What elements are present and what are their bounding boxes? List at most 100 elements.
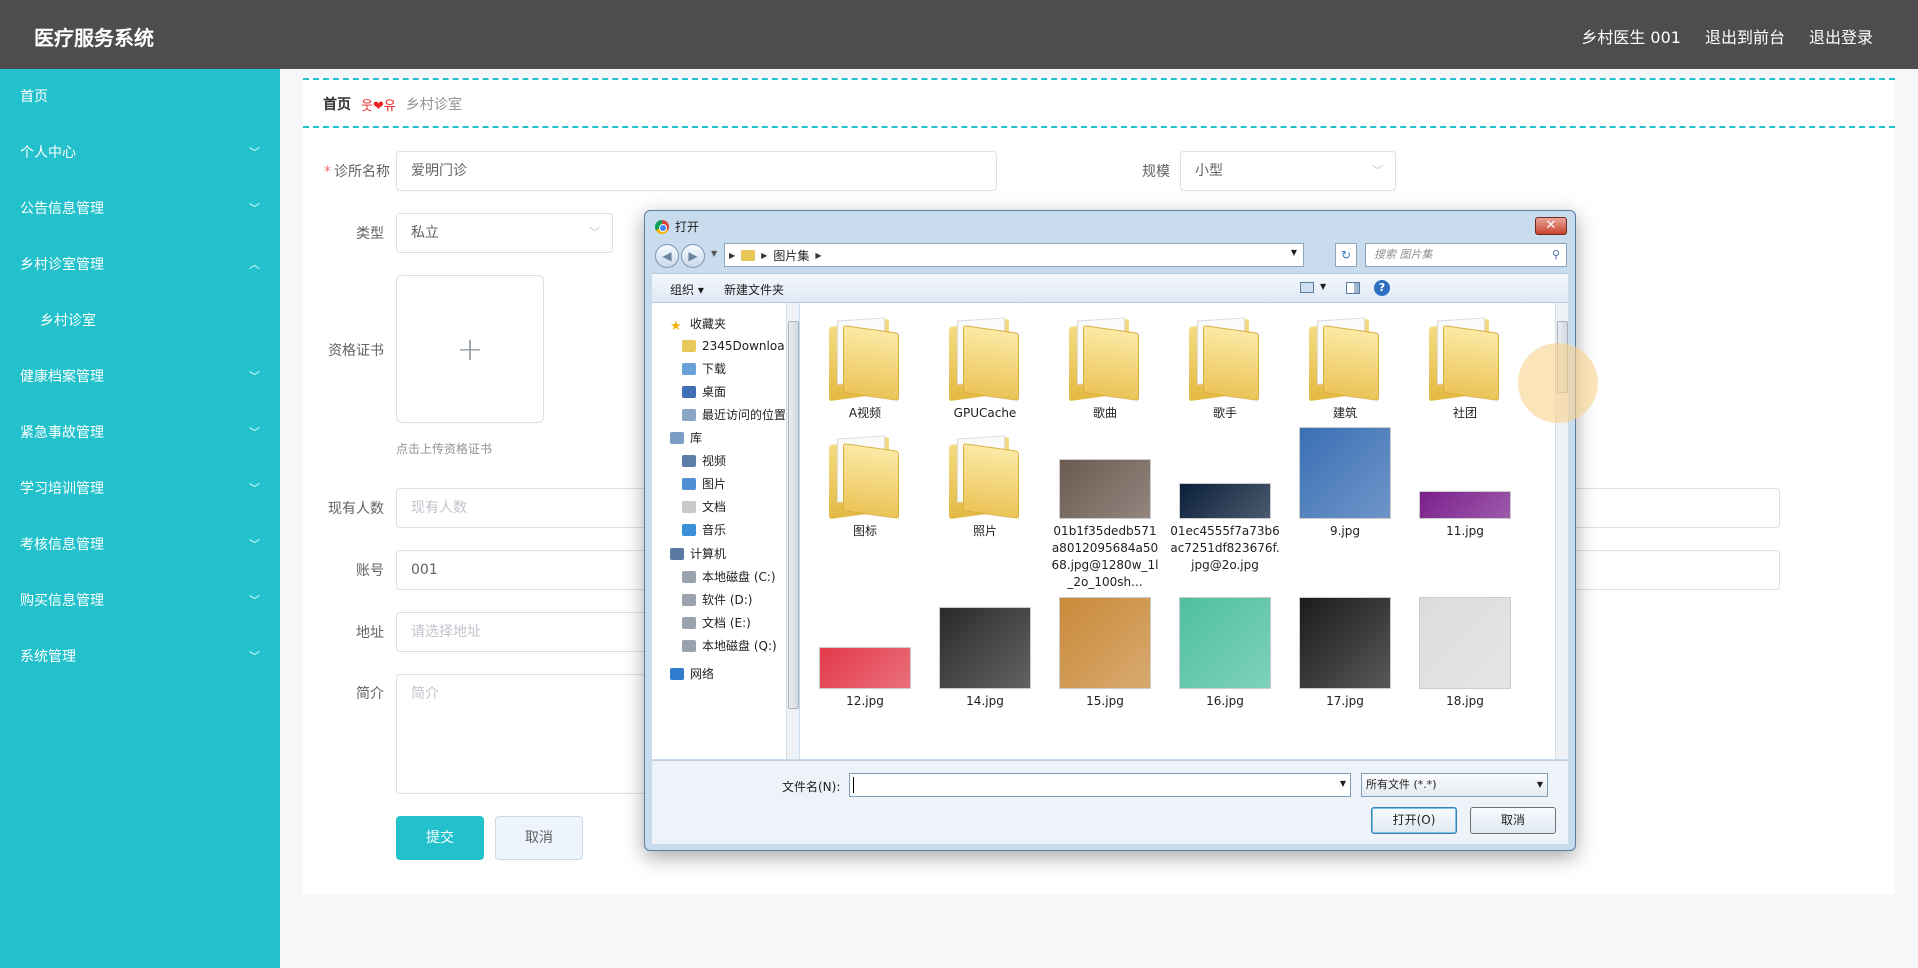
- image-file-item[interactable]: 9.jpg: [1290, 427, 1400, 540]
- image-file-item[interactable]: 18.jpg: [1410, 597, 1520, 710]
- intro-textarea[interactable]: 简介: [396, 674, 646, 794]
- view-icon[interactable]: [1300, 282, 1314, 293]
- folder-icon: [1069, 317, 1141, 402]
- nav-drive-item[interactable]: 文档 (E:): [682, 612, 785, 634]
- organize-menu[interactable]: 组织 ▾: [670, 281, 704, 298]
- image-file-item[interactable]: 16.jpg: [1170, 597, 1280, 710]
- file-open-dialog: 打开 ✕ ◀ ▶ ▼ ▶ ▶ 图片集 ▶ ▼ ↻ 搜索 图片集 ⚲ 组织 ▾ 新建…: [644, 210, 1576, 851]
- nav-library-item[interactable]: 文档: [682, 496, 785, 518]
- dialog-close-button[interactable]: ✕: [1535, 217, 1567, 235]
- nav-library-item[interactable]: 音乐: [682, 519, 785, 541]
- folder-icon: [682, 594, 696, 606]
- history-dropdown-icon[interactable]: ▼: [711, 249, 717, 258]
- refresh-icon[interactable]: ↻: [1335, 243, 1357, 267]
- image-thumbnail: [1179, 597, 1271, 689]
- nav-label: 文档: [702, 500, 727, 514]
- type-select[interactable]: 私立 ﹀: [396, 213, 613, 253]
- network-node[interactable]: 网络: [670, 663, 785, 685]
- nav-drive-item[interactable]: 软件 (D:): [682, 589, 785, 611]
- sidebar-item[interactable]: 公告信息管理 ﹀: [0, 181, 280, 237]
- nav-library-item[interactable]: 视频: [682, 450, 785, 472]
- sidebar-item[interactable]: 首页: [0, 69, 280, 125]
- sidebar-item[interactable]: 健康档案管理 ﹀: [0, 349, 280, 405]
- nav-library-item[interactable]: 图片: [682, 473, 785, 495]
- image-file-item[interactable]: 17.jpg: [1290, 597, 1400, 710]
- folder-icon: [670, 668, 684, 680]
- folder-item[interactable]: 歌曲: [1050, 309, 1160, 422]
- cancel-button[interactable]: 取消: [495, 816, 583, 860]
- file-name: 15.jpg: [1086, 694, 1124, 708]
- folder-icon: [682, 501, 696, 513]
- cursor-highlight: [1518, 343, 1598, 423]
- sidebar-item[interactable]: 个人中心 ﹀: [0, 125, 280, 181]
- libraries-node[interactable]: 库: [670, 427, 785, 449]
- folder-item[interactable]: GPUCache: [930, 309, 1040, 422]
- favorites-node[interactable]: ★ 收藏夹: [670, 313, 785, 335]
- computer-node[interactable]: 计算机: [670, 543, 785, 565]
- address-bar[interactable]: ▶ ▶ 图片集 ▶ ▼: [724, 243, 1304, 267]
- image-file-item[interactable]: 14.jpg: [930, 597, 1040, 710]
- current-user-link[interactable]: 乡村医生 001: [1581, 24, 1681, 48]
- help-icon[interactable]: ?: [1374, 280, 1390, 296]
- sidebar-item[interactable]: 购买信息管理 ﹀: [0, 573, 280, 629]
- file-name: 01ec4555f7a73b6ac7251df823676f.jpg@2o.jp…: [1170, 524, 1280, 572]
- plus-icon: +: [456, 330, 484, 368]
- sidebar-item[interactable]: 系统管理 ﹀: [0, 629, 280, 685]
- scrollbar-thumb[interactable]: [788, 321, 799, 709]
- image-file-item[interactable]: 11.jpg: [1410, 427, 1520, 540]
- address-input[interactable]: 请选择地址: [396, 612, 656, 652]
- image-file-item[interactable]: 15.jpg: [1050, 597, 1160, 710]
- forward-arrow-icon[interactable]: ▶: [681, 244, 705, 268]
- preview-pane-icon[interactable]: [1346, 282, 1360, 294]
- folder-item[interactable]: 图标: [810, 427, 920, 540]
- nav-scrollbar[interactable]: [786, 303, 799, 759]
- nav-favorite-item[interactable]: 最近访问的位置: [682, 404, 785, 426]
- path-segment[interactable]: 图片集: [773, 247, 809, 264]
- folder-item[interactable]: 照片: [930, 427, 1040, 540]
- sidebar-item[interactable]: 乡村诊室管理 ︿: [0, 237, 280, 293]
- folder-item[interactable]: A视频: [810, 309, 920, 422]
- chevron-icon: ﹀: [249, 370, 260, 383]
- image-file-item[interactable]: 12.jpg: [810, 597, 920, 710]
- dialog-cancel-button[interactable]: 取消: [1470, 807, 1556, 834]
- image-file-item[interactable]: 01b1f35dedb571a8012095684a5068.jpg@1280w…: [1050, 427, 1160, 591]
- open-button[interactable]: 打开(O): [1371, 807, 1457, 834]
- back-to-frontend-link[interactable]: 退出到前台: [1705, 24, 1785, 48]
- chevron-down-icon[interactable]: ▼: [1291, 248, 1297, 257]
- dialog-search-input[interactable]: 搜索 图片集 ⚲: [1365, 243, 1567, 267]
- clinic-name-input[interactable]: 爱明门诊: [396, 151, 997, 191]
- file-name: 社团: [1452, 406, 1477, 420]
- nav-favorite-item[interactable]: 桌面: [682, 381, 785, 403]
- dialog-bottom: 文件名(N): ▼ 所有文件 (*.*) ▼ 打开(O) 取消: [652, 760, 1568, 844]
- folder-icon: [682, 455, 696, 467]
- chevron-down-icon[interactable]: ▼: [1340, 779, 1346, 788]
- filename-input[interactable]: ▼: [849, 773, 1351, 797]
- folder-item[interactable]: 社团: [1410, 309, 1520, 422]
- logout-link[interactable]: 退出登录: [1809, 24, 1873, 48]
- folder-icon: [1429, 317, 1501, 402]
- nav-favorite-item[interactable]: 2345Downloads: [682, 335, 785, 357]
- image-file-item[interactable]: 01ec4555f7a73b6ac7251df823676f.jpg@2o.jp…: [1170, 427, 1280, 574]
- certificate-upload[interactable]: +: [396, 275, 544, 423]
- sidebar-item[interactable]: 乡村诊室: [0, 293, 280, 349]
- breadcrumb-home[interactable]: 首页: [323, 94, 351, 114]
- back-arrow-icon[interactable]: ◀: [655, 244, 679, 268]
- sidebar-item[interactable]: 考核信息管理 ﹀: [0, 517, 280, 573]
- submit-button[interactable]: 提交: [396, 816, 484, 860]
- new-folder-button[interactable]: 新建文件夹: [724, 281, 784, 298]
- folder-icon: [949, 435, 1021, 520]
- file-name: 17.jpg: [1326, 694, 1364, 708]
- sidebar-item[interactable]: 紧急事故管理 ﹀: [0, 405, 280, 461]
- folder-item[interactable]: 建筑: [1290, 309, 1400, 422]
- nav-favorite-item[interactable]: 下载: [682, 358, 785, 380]
- file-type-select[interactable]: 所有文件 (*.*) ▼: [1361, 773, 1548, 797]
- nav-drive-item[interactable]: 本地磁盘 (C:): [682, 566, 785, 588]
- view-dropdown-icon[interactable]: ▼: [1320, 282, 1326, 291]
- dialog-titlebar: 打开: [655, 218, 699, 235]
- folder-item[interactable]: 歌手: [1170, 309, 1280, 422]
- image-thumbnail: [1059, 459, 1151, 519]
- sidebar-item[interactable]: 学习培训管理 ﹀: [0, 461, 280, 517]
- folder-icon: [949, 317, 1021, 402]
- scale-select[interactable]: 小型 ﹀: [1180, 151, 1396, 191]
- nav-drive-item[interactable]: 本地磁盘 (Q:): [682, 635, 785, 657]
